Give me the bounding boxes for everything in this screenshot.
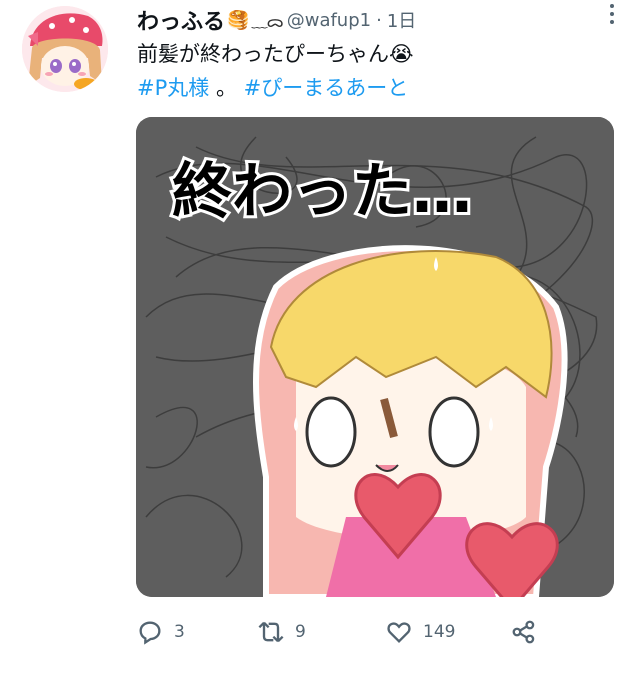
pancake-emoji-icon: 🥞 — [227, 9, 250, 31]
media-illustration: 終わった… — [136, 117, 614, 597]
separator-dot: · — [376, 9, 382, 31]
user-handle[interactable]: @wafup1 — [287, 10, 371, 31]
tweet-text: 前髪が終わったぴーちゃん😭 — [137, 42, 414, 66]
name-decoration: ﹏ᯅ — [251, 12, 283, 31]
tweet-header: わっふる 🥞 ﹏ᯅ @wafup1 · 1日 — [137, 4, 607, 36]
more-options-icon[interactable] — [602, 0, 622, 28]
retweet-count: 9 — [295, 622, 306, 642]
reply-count: 3 — [174, 622, 185, 642]
timestamp[interactable]: 1日 — [387, 7, 416, 33]
hashtag-p-maru[interactable]: #P丸様 — [137, 76, 209, 100]
display-name[interactable]: わっふる — [137, 4, 225, 36]
reply-button[interactable]: 3 — [136, 612, 185, 652]
avatar-illustration — [22, 6, 108, 92]
media-caption-text: 終わった… — [172, 157, 472, 227]
hashtag-separator: 。 — [209, 76, 237, 100]
tweet-media-image[interactable]: 終わった… — [136, 117, 614, 597]
hashtag-line: #P丸様 。 #ぴーまるあーと — [137, 72, 408, 104]
like-button[interactable]: 149 — [385, 612, 455, 652]
share-button[interactable] — [510, 612, 538, 652]
hashtag-pimaru-art[interactable]: #ぴーまるあーと — [244, 76, 409, 100]
reply-icon — [139, 621, 161, 645]
heart-icon — [387, 622, 411, 643]
avatar[interactable] — [22, 6, 108, 92]
share-icon — [512, 620, 535, 644]
retweet-icon — [258, 621, 284, 643]
tweet-actions: 3 9 149 — [130, 612, 610, 652]
retweet-button[interactable]: 9 — [257, 612, 306, 652]
like-count: 149 — [423, 622, 456, 642]
